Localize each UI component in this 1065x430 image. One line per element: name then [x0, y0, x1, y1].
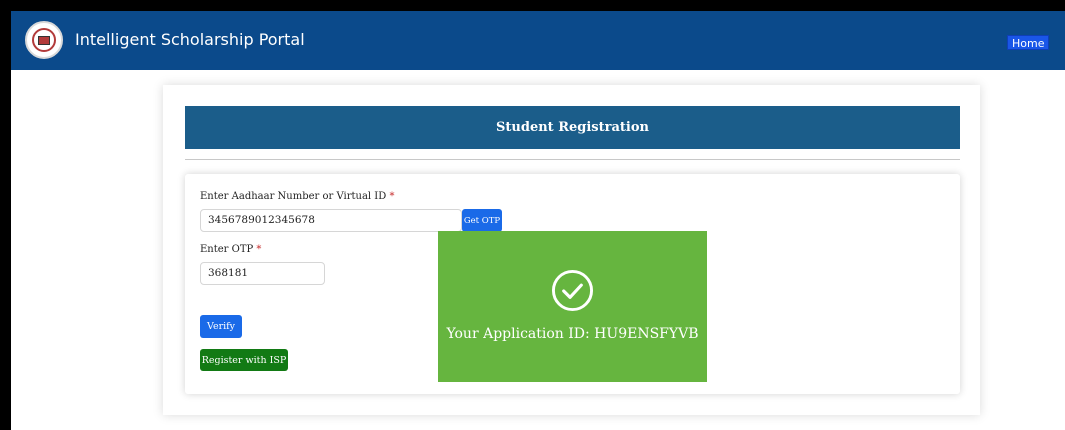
check-circle-icon — [551, 269, 594, 312]
logo-emblem — [32, 28, 56, 52]
register-with-isp-button[interactable]: Register with ISP — [200, 349, 288, 371]
window-frame-left — [0, 0, 11, 430]
otp-label-text: Enter OTP — [200, 244, 254, 255]
aadhaar-label: Enter Aadhaar Number or Virtual ID * — [200, 191, 394, 202]
aadhaar-input[interactable]: 3456789012345678 — [200, 209, 462, 232]
logo-screen-shape — [38, 35, 50, 45]
success-panel: Your Application ID: HU9ENSFYVB — [438, 231, 707, 382]
home-button[interactable]: Home — [1007, 35, 1050, 50]
get-otp-button[interactable]: Get OTP — [462, 209, 502, 232]
page-title: Student Registration — [496, 120, 649, 135]
application-id-message: Your Application ID: HU9ENSFYVB — [446, 326, 699, 342]
navbar: Intelligent Scholarship Portal Home — [11, 11, 1065, 70]
otp-label: Enter OTP * — [200, 244, 261, 255]
divider — [185, 159, 960, 160]
portal-logo-icon[interactable] — [25, 21, 63, 59]
required-marker: * — [389, 191, 395, 202]
aadhaar-label-text: Enter Aadhaar Number or Virtual ID — [200, 191, 387, 202]
registration-header: Student Registration — [185, 106, 960, 149]
brand-title[interactable]: Intelligent Scholarship Portal — [75, 30, 305, 49]
required-marker: * — [256, 244, 262, 255]
verify-button[interactable]: Verify — [200, 315, 242, 338]
window-frame-top — [0, 0, 1065, 11]
otp-input[interactable]: 368181 — [200, 262, 325, 285]
